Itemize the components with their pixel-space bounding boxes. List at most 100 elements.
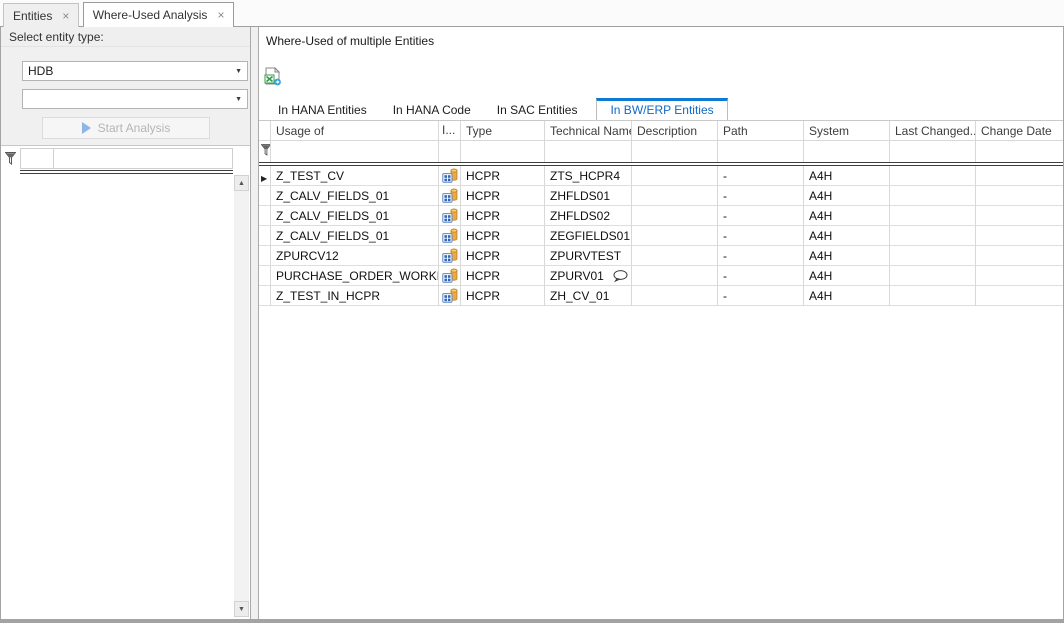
cell-path[interactable]: - [718,226,804,246]
cell-technical-name[interactable]: ZEGFIELDS01 [545,226,632,246]
tab-in-sac-entities[interactable]: In SAC Entities [484,99,591,120]
column-header-technical-name[interactable]: Technical Name [545,121,632,141]
cell-technical-name[interactable]: ZPURVTEST [545,246,632,266]
entity-dropdown[interactable]: ▼ [22,89,248,109]
cell-system[interactable]: A4H [804,206,890,226]
cell-last-changed[interactable] [890,246,976,266]
column-header-change-date[interactable]: Change Date [976,121,1063,141]
cell-type[interactable]: HCPR [461,226,545,246]
tab-in-hana-code[interactable]: In HANA Code [380,99,484,120]
filter-cell[interactable] [804,141,890,162]
cell-system[interactable]: A4H [804,286,890,306]
filter-cell[interactable] [439,141,461,162]
entity-type-dropdown[interactable]: HDB ▼ [22,61,248,81]
close-icon[interactable]: × [62,10,69,22]
column-header-system[interactable]: System [804,121,890,141]
cell-change-date[interactable] [976,166,1063,186]
close-icon[interactable]: × [217,9,224,21]
table-row[interactable]: ZPURCV12 HCPR ZPURVTEST - A4H [259,246,1063,266]
cell-description[interactable] [632,166,718,186]
cell-change-date[interactable] [976,226,1063,246]
start-analysis-button[interactable]: Start Analysis [42,117,210,139]
scroll-up-button[interactable]: ▲ [234,175,249,191]
column-header-path[interactable]: Path [718,121,804,141]
cell-description[interactable] [632,246,718,266]
filter-cell[interactable] [976,141,1063,162]
cell-usage-of[interactable]: Z_TEST_IN_HCPR [271,286,439,306]
table-row[interactable]: Z_TEST_IN_HCPR HCPR ZH_CV_01 - A4H [259,286,1063,306]
table-row[interactable]: PURCHASE_ORDER_WORKLIST HCPR ZPURV01 - A… [259,266,1063,286]
cell-system[interactable]: A4H [804,166,890,186]
cell-path[interactable]: - [718,246,804,266]
cell-description[interactable] [632,226,718,246]
cell-path[interactable]: - [718,206,804,226]
cell-last-changed[interactable] [890,226,976,246]
cell-usage-of[interactable]: PURCHASE_ORDER_WORKLIST [271,266,439,286]
column-header-usage-of[interactable]: Usage of [271,121,439,141]
tab-entities[interactable]: Entities × [3,3,79,27]
cell-description[interactable] [632,186,718,206]
cell-usage-of[interactable]: Z_TEST_CV [271,166,439,186]
cell-usage-of[interactable]: Z_CALV_FIELDS_01 [271,186,439,206]
cell-path[interactable]: - [718,266,804,286]
scroll-down-button[interactable]: ▼ [234,601,249,617]
cell-type[interactable]: HCPR [461,206,545,226]
chevron-down-icon[interactable]: ▼ [235,96,242,103]
tab-in-hana-entities[interactable]: In HANA Entities [265,99,380,120]
cell-type[interactable]: HCPR [461,186,545,206]
filter-cell[interactable] [632,141,718,162]
cell-path[interactable]: - [718,166,804,186]
filter-cell[interactable] [20,148,54,169]
cell-last-changed[interactable] [890,166,976,186]
cell-type[interactable]: HCPR [461,246,545,266]
chevron-down-icon[interactable]: ▼ [235,68,242,75]
tab-where-used-analysis[interactable]: Where-Used Analysis × [83,2,235,27]
column-header-description[interactable]: Description [632,121,718,141]
cell-description[interactable] [632,266,718,286]
table-row[interactable]: Z_CALV_FIELDS_01 HCPR ZHFLDS02 - A4H [259,206,1063,226]
cell-type[interactable]: HCPR [461,166,545,186]
filter-cell[interactable] [461,141,545,162]
cell-description[interactable] [632,286,718,306]
filter-cell[interactable] [545,141,632,162]
cell-usage-of[interactable]: ZPURCV12 [271,246,439,266]
cell-type[interactable]: HCPR [461,266,545,286]
cell-change-date[interactable] [976,206,1063,226]
table-row[interactable]: ▶ Z_TEST_CV HCPR ZTS_HCPR4 - A4H [259,166,1063,186]
cell-change-date[interactable] [976,186,1063,206]
cell-system[interactable]: A4H [804,266,890,286]
filter-cell[interactable] [271,141,439,162]
cell-technical-name[interactable]: ZPURV01 [545,266,632,286]
cell-path[interactable]: - [718,286,804,306]
cell-technical-name[interactable]: ZHFLDS01 [545,186,632,206]
column-header-icon[interactable]: I... [439,121,461,141]
column-header-last-changed[interactable]: Last Changed... [890,121,976,141]
cell-system[interactable]: A4H [804,246,890,266]
tab-in-bw-erp-entities[interactable]: In BW/ERP Entities [596,98,727,120]
filter-cell[interactable] [54,148,233,169]
cell-system[interactable]: A4H [804,186,890,206]
cell-description[interactable] [632,206,718,226]
cell-technical-name[interactable]: ZTS_HCPR4 [545,166,632,186]
table-row[interactable]: Z_CALV_FIELDS_01 HCPR ZEGFIELDS01 - A4H [259,226,1063,246]
cell-last-changed[interactable] [890,266,976,286]
cell-system[interactable]: A4H [804,226,890,246]
cell-usage-of[interactable]: Z_CALV_FIELDS_01 [271,226,439,246]
cell-change-date[interactable] [976,246,1063,266]
column-header-type[interactable]: Type [461,121,545,141]
left-scrollbar[interactable]: ▲ ▼ [234,175,249,617]
cell-last-changed[interactable] [890,286,976,306]
table-row[interactable]: Z_CALV_FIELDS_01 HCPR ZHFLDS01 - A4H [259,186,1063,206]
cell-change-date[interactable] [976,266,1063,286]
cell-usage-of[interactable]: Z_CALV_FIELDS_01 [271,206,439,226]
cell-technical-name[interactable]: ZH_CV_01 [545,286,632,306]
filter-cell[interactable] [718,141,804,162]
filter-cell[interactable] [890,141,976,162]
cell-last-changed[interactable] [890,186,976,206]
cell-path[interactable]: - [718,186,804,206]
cell-last-changed[interactable] [890,206,976,226]
cell-change-date[interactable] [976,286,1063,306]
export-to-excel-button[interactable] [264,67,284,87]
cell-type[interactable]: HCPR [461,286,545,306]
cell-technical-name[interactable]: ZHFLDS02 [545,206,632,226]
